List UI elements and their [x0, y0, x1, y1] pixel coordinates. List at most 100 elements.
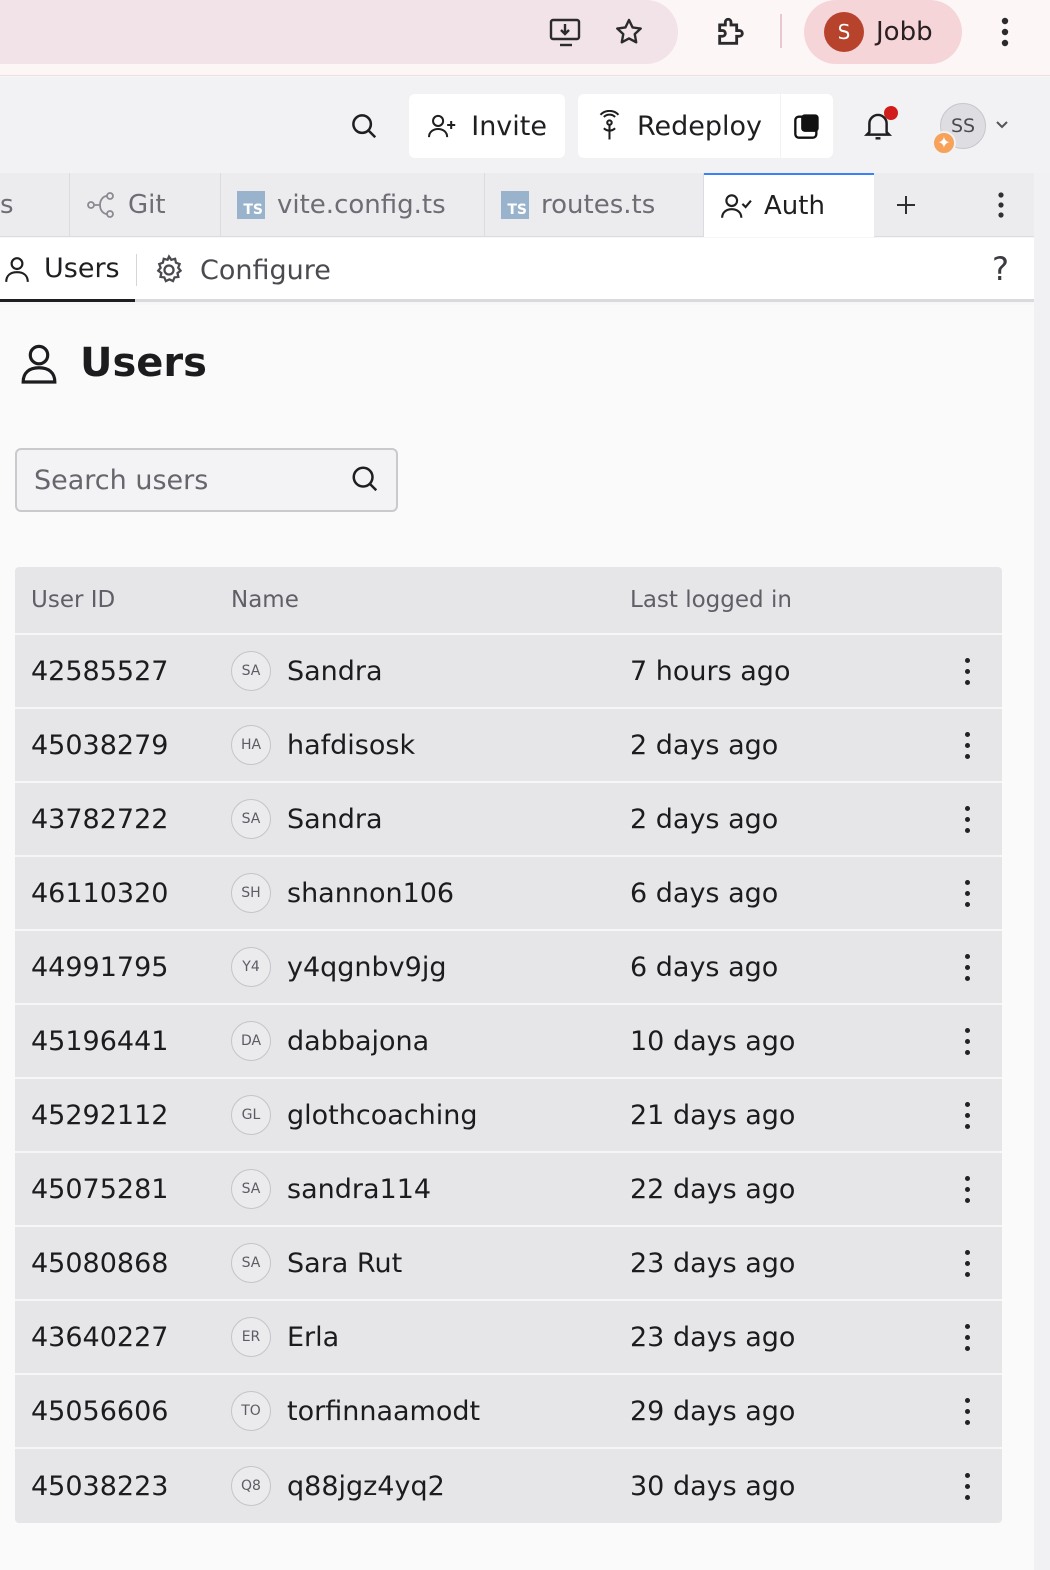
- user-id-cell: 44991795: [31, 951, 169, 983]
- subtab-configure[interactable]: Configure: [152, 238, 331, 302]
- last-logged-in-cell: 23 days ago: [630, 1321, 796, 1353]
- table-row[interactable]: 43782722 SA Sandra 2 days ago: [15, 783, 1002, 857]
- row-more-options-icon[interactable]: [953, 799, 981, 839]
- table-row[interactable]: 45196441 DA dabbajona 10 days ago: [15, 1005, 1002, 1079]
- column-header-name: Name: [231, 587, 299, 613]
- typescript-file-icon: TS: [237, 191, 265, 219]
- install-app-icon[interactable]: [544, 10, 588, 54]
- search-users-input[interactable]: [17, 450, 347, 510]
- user-id-cell: 43782722: [31, 803, 169, 835]
- row-more-options-icon[interactable]: [953, 1095, 981, 1135]
- tab-auth[interactable]: Auth: [704, 173, 874, 237]
- user-id-cell: 45080868: [31, 1247, 169, 1279]
- row-more-options-icon[interactable]: [953, 873, 981, 913]
- panel-toggle-icon: [794, 114, 819, 139]
- last-logged-in-cell: 6 days ago: [630, 877, 779, 909]
- table-row[interactable]: 45056606 TO torfinnaamodt 29 days ago: [15, 1375, 1002, 1449]
- browser-menu-icon[interactable]: [983, 10, 1027, 54]
- table-row[interactable]: 46110320 SH shannon106 6 days ago: [15, 857, 1002, 931]
- table-row[interactable]: 42585527 SA Sandra 7 hours ago: [15, 635, 1002, 709]
- redeploy-button[interactable]: Redeploy: [578, 94, 780, 158]
- redeploy-label: Redeploy: [636, 110, 762, 142]
- bookmark-star-icon[interactable]: [607, 10, 651, 54]
- name-cell: SA Sandra: [231, 799, 630, 839]
- name-cell: ER Erla: [231, 1317, 630, 1357]
- subtab-label: Configure: [200, 254, 331, 286]
- table-row[interactable]: 45292112 GL glothcoaching 21 days ago: [15, 1079, 1002, 1153]
- tab-truncated[interactable]: s: [0, 173, 70, 237]
- name-cell: SA Sara Rut: [231, 1243, 630, 1283]
- name-cell: SH shannon106: [231, 873, 630, 913]
- deployment-panel-button[interactable]: [781, 94, 833, 158]
- tab-label: Git: [128, 190, 166, 220]
- typescript-file-icon: TS: [501, 191, 529, 219]
- user-name: Erla: [287, 1321, 340, 1353]
- user-initials-avatar: DA: [231, 1021, 271, 1061]
- name-cell: SA sandra114: [231, 1169, 630, 1209]
- user-icon: [5, 256, 29, 282]
- user-id-cell: 45292112: [31, 1099, 169, 1131]
- last-logged-in-cell: 21 days ago: [630, 1099, 796, 1131]
- table-row[interactable]: 44991795 Y4 y4qgnbv9jg 6 days ago: [15, 931, 1002, 1005]
- search-icon[interactable]: [342, 104, 386, 148]
- tab-vite-config[interactable]: TS vite.config.ts: [221, 173, 485, 237]
- column-header-last-logged-in: Last logged in: [630, 587, 792, 613]
- user-initials-avatar: Y4: [231, 947, 271, 987]
- user-id-cell: 45075281: [31, 1173, 169, 1205]
- user-icon: [21, 344, 57, 384]
- name-cell: Q8 q88jgz4yq2: [231, 1466, 630, 1506]
- chevron-down-icon[interactable]: [992, 114, 1012, 134]
- page-title: Users: [20, 340, 207, 386]
- profile-chip[interactable]: S Jobb: [804, 0, 962, 64]
- name-cell: DA dabbajona: [231, 1021, 630, 1061]
- row-more-options-icon[interactable]: [953, 651, 981, 691]
- gear-icon: [156, 254, 183, 283]
- user-id-cell: 45038279: [31, 729, 169, 761]
- subtab-users[interactable]: Users: [0, 238, 135, 302]
- invite-label: Invite: [471, 110, 547, 142]
- subtab-divider: [136, 254, 137, 286]
- table-row[interactable]: 45038279 HA hafdisosk 2 days ago: [15, 709, 1002, 783]
- profile-avatar: S: [824, 12, 864, 52]
- notifications-bell-icon[interactable]: [856, 104, 900, 148]
- row-more-options-icon[interactable]: [953, 947, 981, 987]
- extensions-puzzle-icon[interactable]: [709, 10, 753, 54]
- user-initials-avatar: GL: [231, 1095, 271, 1135]
- tab-more-icon[interactable]: [979, 183, 1023, 227]
- name-cell: GL glothcoaching: [231, 1095, 630, 1135]
- new-tab-plus-icon[interactable]: [884, 183, 928, 227]
- last-logged-in-cell: 30 days ago: [630, 1470, 796, 1502]
- tab-git[interactable]: Git: [70, 173, 221, 237]
- user-id-cell: 45056606: [31, 1395, 169, 1427]
- user-name: torfinnaamodt: [287, 1395, 481, 1427]
- last-logged-in-cell: 2 days ago: [630, 803, 779, 835]
- help-question-icon[interactable]: ?: [992, 250, 1009, 288]
- name-cell: Y4 y4qgnbv9jg: [231, 947, 630, 987]
- row-more-options-icon[interactable]: [953, 1317, 981, 1357]
- tab-label: vite.config.ts: [277, 190, 446, 220]
- search-icon[interactable]: [350, 464, 382, 496]
- tab-routes[interactable]: TS routes.ts: [485, 173, 704, 237]
- user-initials-avatar: SA: [231, 1169, 271, 1209]
- user-name: dabbajona: [287, 1025, 430, 1057]
- row-more-options-icon[interactable]: [953, 725, 981, 765]
- notification-badge: [884, 106, 898, 120]
- table-row[interactable]: 43640227 ER Erla 23 days ago: [15, 1301, 1002, 1375]
- row-more-options-icon[interactable]: [953, 1021, 981, 1061]
- row-more-options-icon[interactable]: [953, 1391, 981, 1431]
- user-initials-avatar: SA: [231, 799, 271, 839]
- row-more-options-icon[interactable]: [953, 1169, 981, 1209]
- add-user-icon: [428, 114, 456, 138]
- table-row[interactable]: 45080868 SA Sara Rut 23 days ago: [15, 1227, 1002, 1301]
- row-more-options-icon[interactable]: [953, 1466, 981, 1506]
- invite-button[interactable]: Invite: [409, 94, 565, 158]
- last-logged-in-cell: 2 days ago: [630, 729, 779, 761]
- tab-label: routes.ts: [541, 190, 656, 220]
- users-table: User ID Name Last logged in 42585527 SA Sa…: [15, 567, 1002, 1523]
- sparkle-badge-icon: ✦: [932, 131, 956, 155]
- table-row[interactable]: 45075281 SA sandra114 22 days ago: [15, 1153, 1002, 1227]
- row-more-options-icon[interactable]: [953, 1243, 981, 1283]
- user-initials-avatar: ER: [231, 1317, 271, 1357]
- user-initials-avatar: Q8: [231, 1466, 271, 1506]
- table-row[interactable]: 45038223 Q8 q88jgz4yq2 30 days ago: [15, 1449, 1002, 1523]
